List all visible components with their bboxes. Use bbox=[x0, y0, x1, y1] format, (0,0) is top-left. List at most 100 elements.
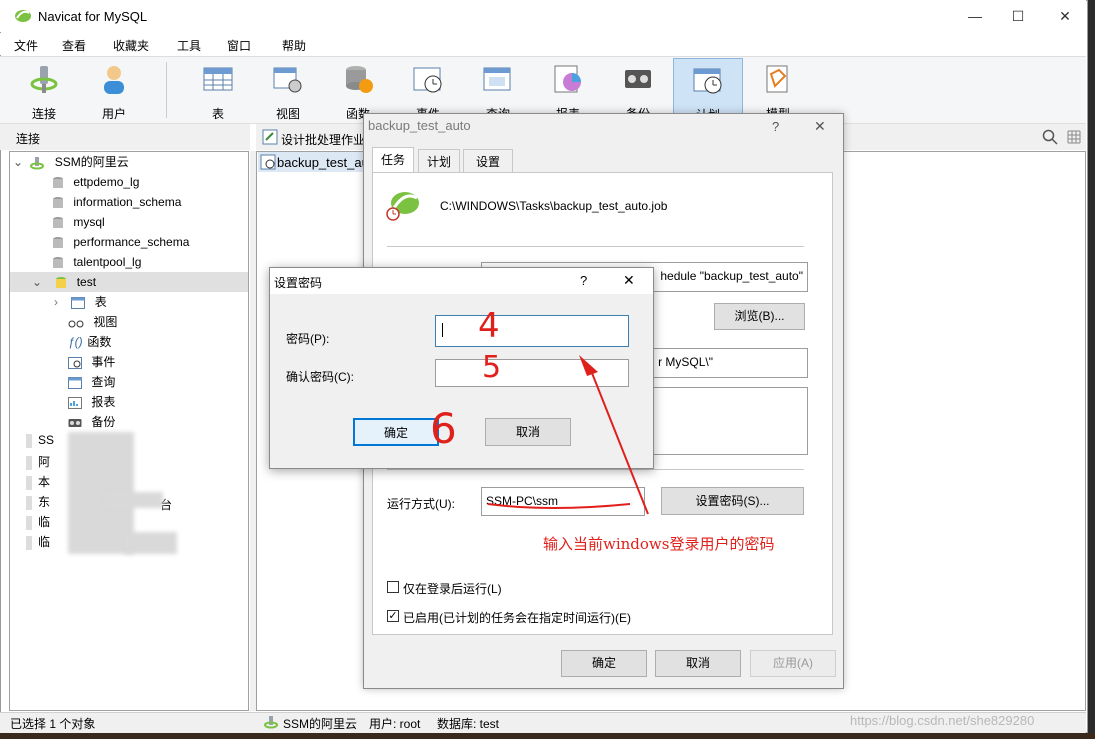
window-title: Navicat for MySQL bbox=[38, 9, 148, 24]
run-as-label: 运行方式(U): bbox=[387, 497, 455, 511]
connection-icon bbox=[30, 156, 45, 170]
close-button[interactable]: ✕ bbox=[1045, 4, 1085, 28]
tree-conn-label: 临 bbox=[38, 515, 51, 529]
design-batch-job-button[interactable]: 设计批处理作业 bbox=[281, 131, 365, 148]
task-file-path: C:\WINDOWS\Tasks\backup_test_auto.job bbox=[440, 199, 668, 213]
enabled-checkbox[interactable]: ✓ bbox=[387, 610, 399, 622]
tree-child-events[interactable]: 事件 bbox=[10, 352, 248, 372]
task-dialog-close-button[interactable]: ✕ bbox=[814, 118, 826, 135]
schedule-button[interactable]: 计划 bbox=[673, 58, 743, 122]
tree-db-label: mysql bbox=[73, 215, 105, 229]
user-button[interactable]: 用户 bbox=[83, 58, 145, 121]
event-icon bbox=[68, 356, 82, 369]
menu-window[interactable]: 窗口 bbox=[227, 37, 251, 54]
task-cancel-button[interactable]: 取消 bbox=[655, 650, 741, 677]
password-close-button[interactable]: ✕ bbox=[623, 272, 635, 289]
schedule-icon bbox=[693, 68, 722, 94]
password-dialog-title: 设置密码 bbox=[274, 276, 323, 290]
menu-favorites[interactable]: 收藏夹 bbox=[113, 37, 149, 54]
only-logged-on-label: 仅在登录后运行(L) bbox=[403, 582, 502, 596]
tree-db-selected[interactable]: ⌄ test bbox=[10, 272, 248, 292]
menu-bar bbox=[0, 33, 1086, 55]
menu-view[interactable]: 查看 bbox=[62, 37, 86, 54]
connect-button[interactable]: 连接 bbox=[13, 58, 75, 121]
database-icon bbox=[53, 196, 63, 208]
plug-icon bbox=[30, 66, 58, 93]
model-button[interactable]: 模型 bbox=[747, 58, 809, 121]
user-icon bbox=[104, 66, 124, 94]
tree-child-tables[interactable]: › 表 bbox=[10, 292, 248, 312]
tree-conn-label: SS bbox=[38, 433, 55, 447]
tab-settings[interactable]: 设置 bbox=[463, 149, 513, 173]
privacy-blur bbox=[105, 492, 163, 508]
event-button[interactable]: 事件 bbox=[397, 58, 459, 121]
table-icon bbox=[71, 296, 86, 309]
tree-conn-label: 阿 bbox=[38, 455, 51, 469]
tree-child-queries[interactable]: 查询 bbox=[10, 372, 248, 392]
function-icon bbox=[346, 66, 373, 93]
chevron-down-icon[interactable]: ⌄ bbox=[10, 152, 26, 172]
tab-task[interactable]: 任务 bbox=[372, 147, 414, 173]
tree-child-backups[interactable]: 备份 bbox=[10, 412, 248, 432]
tree-conn-item[interactable]: SS bbox=[26, 433, 54, 448]
glasses-icon bbox=[68, 320, 84, 328]
connection-icon bbox=[26, 455, 32, 470]
tree-conn-item[interactable]: 阿 bbox=[26, 453, 50, 470]
backup-button[interactable]: 备份 bbox=[607, 58, 669, 121]
maximize-button[interactable]: ☐ bbox=[998, 4, 1038, 28]
batch-job-item[interactable]: backup_test_auto bbox=[258, 152, 380, 172]
tree-db-item[interactable]: ettpdemo_lg bbox=[10, 172, 248, 192]
tree-child-views[interactable]: 视图 bbox=[10, 312, 248, 332]
tree-child-reports[interactable]: 报表 bbox=[10, 392, 248, 412]
tree-child-label: 事件 bbox=[91, 355, 116, 369]
help-button[interactable]: ? bbox=[772, 119, 779, 134]
privacy-blur bbox=[125, 532, 177, 554]
minimize-button[interactable]: — bbox=[955, 4, 995, 28]
report-button[interactable]: 报表 bbox=[537, 58, 599, 121]
view-button[interactable]: 视图 bbox=[257, 58, 319, 121]
only-logged-on-checkbox[interactable] bbox=[387, 581, 399, 593]
tree-child-label: 报表 bbox=[91, 395, 116, 409]
browse-button[interactable]: 浏览(B)... bbox=[714, 303, 805, 330]
tree-conn-item[interactable]: 临 bbox=[26, 533, 50, 550]
password-ok-button[interactable]: 确定 bbox=[353, 418, 439, 446]
batch-job-icon bbox=[262, 129, 278, 145]
confirm-password-label: 确认密码(C): bbox=[286, 370, 354, 384]
chevron-right-icon[interactable]: › bbox=[54, 292, 68, 312]
status-database: 数据库: test bbox=[437, 717, 500, 731]
tree-db-item[interactable]: mysql bbox=[10, 212, 248, 232]
batch-job-icon bbox=[260, 154, 276, 170]
task-apply-button[interactable]: 应用(A) bbox=[750, 650, 836, 677]
set-password-button[interactable]: 设置密码(S)... bbox=[661, 487, 804, 515]
tree-db-selected-label: test bbox=[76, 275, 97, 289]
password-help-button[interactable]: ? bbox=[580, 273, 587, 288]
query-button[interactable]: 查询 bbox=[467, 58, 529, 121]
connect-label: 连接 bbox=[31, 107, 56, 121]
table-label: 表 bbox=[211, 107, 224, 121]
function-button[interactable]: 函数 bbox=[327, 58, 389, 121]
table-button[interactable]: 表 bbox=[187, 58, 249, 121]
search-icon[interactable] bbox=[1042, 129, 1058, 145]
tree-child-label: 视图 bbox=[93, 315, 118, 329]
database-open-icon bbox=[56, 276, 67, 288]
tree-node-root[interactable]: ⌄ SSM的阿里云 bbox=[10, 152, 248, 172]
task-ok-button[interactable]: 确定 bbox=[561, 650, 647, 677]
tab-schedule[interactable]: 计划 bbox=[418, 149, 460, 173]
password-label: 密码(P): bbox=[286, 332, 330, 346]
database-icon bbox=[53, 216, 63, 228]
menu-file[interactable]: 文件 bbox=[14, 37, 38, 54]
tree-db-item[interactable]: information_schema bbox=[10, 192, 248, 212]
grid-view-icon[interactable] bbox=[1066, 129, 1082, 145]
text-cursor bbox=[442, 322, 443, 337]
menu-tools[interactable]: 工具 bbox=[177, 37, 201, 54]
tree-conn-item[interactable]: 本 bbox=[26, 473, 50, 490]
menu-help[interactable]: 帮助 bbox=[282, 37, 306, 54]
backup-icon bbox=[625, 70, 651, 88]
tree-db-item[interactable]: talentpool_lg bbox=[10, 252, 248, 272]
tree-child-functions[interactable]: ƒ() 函数 bbox=[10, 332, 248, 352]
chevron-down-icon[interactable]: ⌄ bbox=[32, 272, 52, 292]
tree-conn-item[interactable]: 东 bbox=[26, 493, 50, 510]
tree-db-item[interactable]: performance_schema bbox=[10, 232, 248, 252]
tree-conn-item[interactable]: 临 bbox=[26, 513, 50, 530]
model-icon bbox=[766, 65, 788, 93]
